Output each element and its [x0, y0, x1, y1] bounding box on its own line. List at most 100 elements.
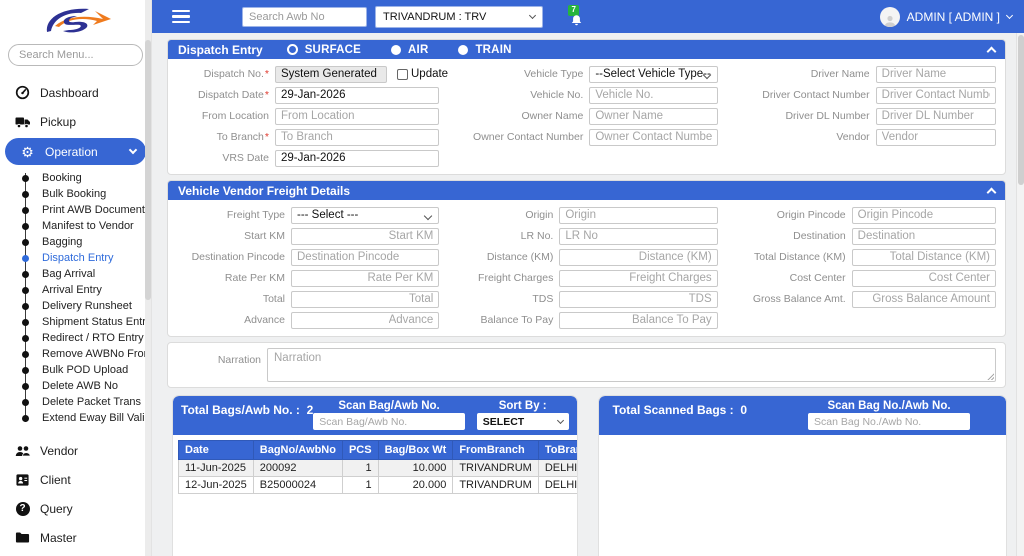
bottom-panels: Total Bags/Awb No. : 2 Scan Bag/Awb No. … — [173, 396, 1006, 556]
submenu-item[interactable]: Dispatch Entry — [0, 250, 151, 266]
field-input[interactable]: Rate Per KM — [291, 270, 439, 287]
submenu-item[interactable]: Shipment Status Entry — [0, 314, 151, 330]
dispatch-column-3: Driver Name Driver Name Driver Contact N… — [734, 65, 996, 167]
submenu-item-label: Shipment Status Entry — [42, 316, 151, 328]
field-label: Total Distance (KM) — [734, 251, 846, 263]
field-input[interactable]: 29-Jan-2026 — [275, 150, 439, 167]
field-input[interactable]: Total — [291, 291, 439, 308]
awb-search-input[interactable] — [242, 7, 367, 27]
mode-radio-option[interactable]: SURFACE — [287, 44, 361, 56]
field-input[interactable]: --- Select --- — [291, 207, 439, 224]
form-field-row: Owner Name Owner Name — [455, 107, 717, 125]
field-label: Cost Center — [734, 272, 846, 284]
submenu-item[interactable]: Manifest to Vendor — [0, 218, 151, 234]
field-input[interactable]: Owner Contact Number — [589, 129, 717, 146]
field-input[interactable]: Distance (KM) — [559, 249, 717, 266]
field-input[interactable]: Destination Pincode — [291, 249, 439, 266]
chevron-down-icon — [1006, 12, 1013, 19]
sidebar-item-query[interactable]: ? Query — [0, 494, 151, 523]
sidebar-item-pickup[interactable]: Pickup — [0, 107, 151, 136]
field-input[interactable]: From Location — [275, 108, 439, 125]
field-input[interactable]: --Select Vehicle Type-- — [589, 66, 717, 83]
field-label: From Location — [177, 110, 269, 122]
mode-radio-option[interactable]: AIR — [391, 44, 428, 56]
awb-search — [242, 7, 367, 27]
sidebar-item-dashboard[interactable]: Dashboard — [0, 78, 151, 107]
field-input[interactable]: Owner Name — [589, 108, 717, 125]
field-input[interactable]: 29-Jan-2026 — [275, 87, 439, 104]
sidebar-item-client[interactable]: Client — [0, 465, 151, 494]
branch-select[interactable]: TRIVANDRUM : TRV — [375, 6, 543, 28]
field-input[interactable]: LR No — [559, 228, 717, 245]
field-input[interactable]: Driver Contact Number — [876, 87, 996, 104]
operation-submenu: Booking Bulk Booking Print AWB Document … — [0, 167, 151, 430]
submenu-item-label: Bulk POD Upload — [42, 364, 128, 376]
sidebar-item-vendor[interactable]: Vendor — [0, 436, 151, 465]
submenu-item[interactable]: Booking — [0, 170, 151, 186]
field-input[interactable]: Cost Center — [852, 270, 996, 287]
field-label: Destination — [734, 230, 846, 242]
submenu-item[interactable]: Delete Packet Trans — [0, 394, 151, 410]
submenu-item-label: Arrival Entry — [42, 284, 102, 296]
submenu-item[interactable]: Bag Arrival — [0, 266, 151, 282]
field-input[interactable]: Origin — [559, 207, 717, 224]
form-field-row: Driver DL Number Driver DL Number — [734, 107, 996, 125]
sidebar-scrollbar[interactable] — [145, 0, 151, 556]
scan-bagno-input[interactable] — [808, 413, 970, 430]
field-input[interactable]: Destination — [852, 228, 996, 245]
submenu-item[interactable]: Remove AWBNo From DRS — [0, 346, 151, 362]
field-input[interactable]: Freight Charges — [559, 270, 717, 287]
submenu-item-label: Delivery Runsheet — [42, 300, 132, 312]
field-input[interactable]: Origin Pincode — [852, 207, 996, 224]
avatar — [880, 7, 900, 27]
form-field-row: Cost Center Cost Center — [734, 269, 996, 287]
collapse-chevron-up-icon[interactable] — [987, 47, 997, 57]
scan-bag-input[interactable] — [313, 413, 465, 430]
user-menu[interactable]: ADMIN [ ADMIN ] — [880, 7, 1012, 27]
form-field-row: Distance (KM) Distance (KM) — [455, 248, 717, 266]
radio-icon[interactable] — [458, 45, 468, 55]
radio-icon[interactable] — [287, 44, 298, 55]
mode-label: TRAIN — [475, 44, 511, 56]
submenu-item[interactable]: Bulk POD Upload — [0, 362, 151, 378]
update-checkbox[interactable] — [397, 69, 408, 80]
field-input[interactable]: Vendor — [876, 129, 996, 146]
submenu-item-label: Delete Packet Trans — [42, 396, 141, 408]
submenu-item[interactable]: Arrival Entry — [0, 282, 151, 298]
scanned-panel-header: Total Scanned Bags : 0 Scan Bag No./Awb … — [599, 396, 1006, 435]
narration-textarea[interactable]: Narration — [267, 348, 996, 382]
field-input[interactable]: Driver DL Number — [876, 108, 996, 125]
field-input[interactable]: Balance To Pay — [559, 312, 717, 329]
mode-radio-option[interactable]: TRAIN — [458, 44, 511, 56]
sidebar-item-partial[interactable] — [0, 552, 151, 556]
sidebar-item-master[interactable]: Master — [0, 523, 151, 552]
field-input[interactable]: Start KM — [291, 228, 439, 245]
form-field-row: Owner Contact Number Owner Contact Numbe… — [455, 128, 717, 146]
sort-by-group: Sort By : SELECT — [477, 400, 569, 430]
form-field-row: Balance To Pay Balance To Pay — [455, 311, 717, 329]
submenu-item[interactable]: Bulk Booking — [0, 186, 151, 202]
submenu-item[interactable]: Print AWB Document — [0, 202, 151, 218]
hamburger-menu-icon[interactable] — [172, 7, 190, 27]
field-input[interactable]: Vehicle No. — [589, 87, 717, 104]
submenu-item[interactable]: Delivery Runsheet — [0, 298, 151, 314]
field-input[interactable]: Advance — [291, 312, 439, 329]
menu-search-input[interactable] — [8, 44, 143, 66]
submenu-item[interactable]: Delete AWB No — [0, 378, 151, 394]
field-input[interactable]: Total Distance (KM) — [852, 249, 996, 266]
field-input[interactable]: Driver Name — [876, 66, 996, 83]
sidebar-item-operation[interactable]: ⚙ Operation — [5, 138, 146, 165]
collapse-chevron-up-icon[interactable] — [987, 188, 997, 198]
submenu-item[interactable]: Bagging — [0, 234, 151, 250]
page-scrollbar[interactable] — [1016, 33, 1024, 556]
radio-icon[interactable] — [391, 45, 401, 55]
field-input[interactable]: To Branch — [275, 129, 439, 146]
submenu-item-label: Manifest to Vendor — [42, 220, 134, 232]
narration-label: Narration — [177, 354, 261, 366]
notification-bell[interactable]: 7 — [569, 7, 585, 27]
submenu-item[interactable]: Redirect / RTO Entry — [0, 330, 151, 346]
sort-by-select[interactable]: SELECT — [477, 413, 569, 430]
submenu-item[interactable]: Extend Eway Bill Validity — [0, 410, 151, 426]
field-input[interactable]: Gross Balance Amount — [852, 291, 996, 308]
field-input[interactable]: TDS — [559, 291, 717, 308]
